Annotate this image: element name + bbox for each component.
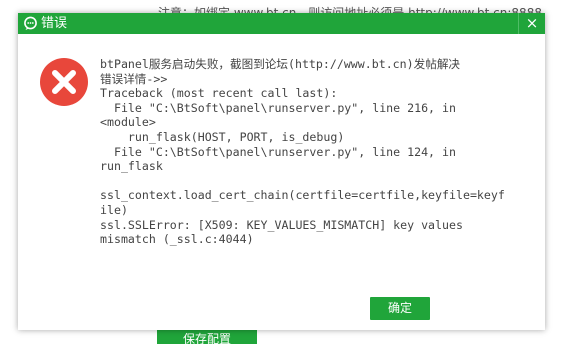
error-message: btPanel服务启动失败，截图到论坛(http://www.bt.cn)发帖解… [100,57,510,247]
ok-button[interactable]: 确定 [370,297,430,320]
chat-bubble-icon [23,16,38,31]
message-line: Traceback (most recent call last): [100,86,338,101]
message-line: File "C:\BtSoft\panel\runserver.py", lin… [100,100,456,115]
message-line: <module> [100,115,156,130]
close-button[interactable]: × [518,13,545,34]
dialog-title: 错误 [41,16,68,31]
dialog-titlebar: 错误 × [18,13,545,34]
message-line: mismatch (_ssl.c:4044) [100,232,254,247]
message-line: ssl.SSLError: [X509: KEY_VALUES_MISMATCH… [100,217,463,232]
error-dialog: 错误 × btPanel服务启动失败，截图到论坛(http://www.bt.c… [18,13,545,330]
error-x-icon [39,57,89,107]
message-line: ssl_context.load_cert_chain(certfile=cer… [100,188,505,203]
message-line: File "C:\BtSoft\panel\runserver.py", lin… [100,144,456,159]
message-line: ile) [100,202,128,217]
message-line: 错误详情->> [100,71,168,86]
message-line: run_flask [100,159,163,174]
message-line: run_flask(HOST, PORT, is_debug) [100,129,345,144]
message-line: btPanel服务启动失败，截图到论坛(http://www.bt.cn)发帖解… [100,57,461,71]
